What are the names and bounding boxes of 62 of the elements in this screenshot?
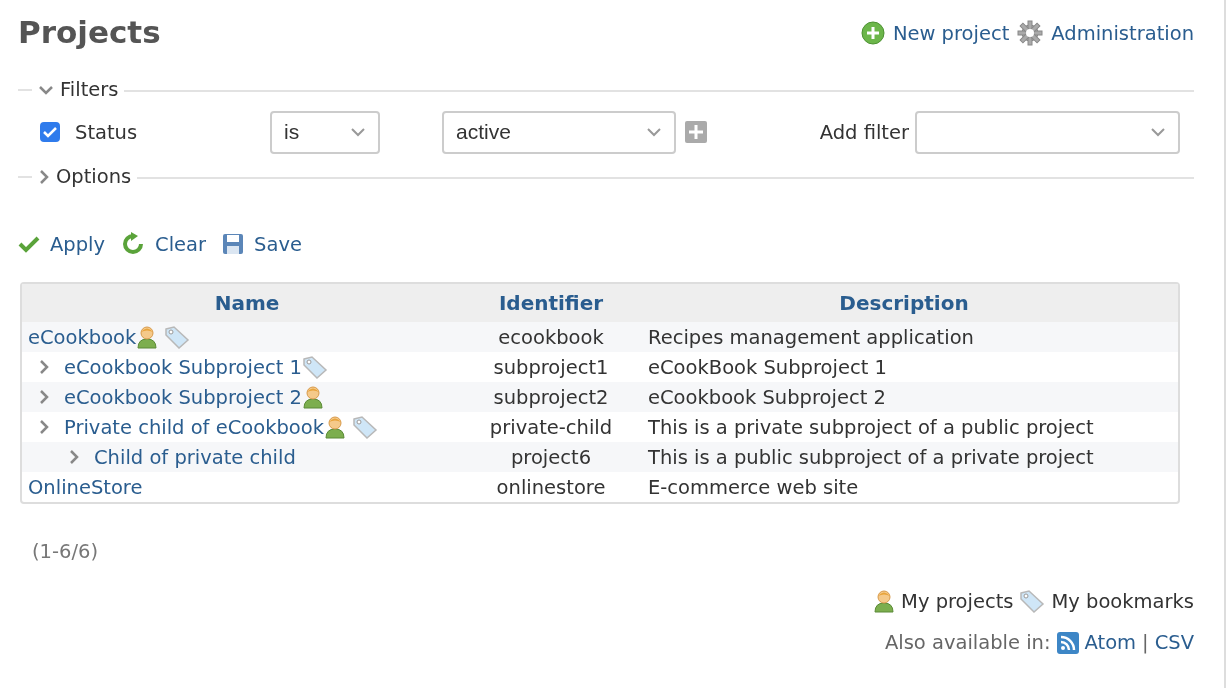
project-link[interactable]: Private child of eCookbook — [64, 415, 324, 439]
caret-icon — [1150, 127, 1166, 137]
column-header[interactable]: Description — [630, 284, 1178, 322]
pagination-text: (1-6/6) — [32, 540, 100, 563]
tag-icon — [164, 325, 191, 349]
tag-icon — [1019, 589, 1046, 613]
gear-icon — [1017, 20, 1044, 46]
table-cell: subproject2 — [493, 385, 609, 409]
column-header[interactable]: Identifier — [472, 284, 630, 322]
chevron-icon[interactable] — [68, 449, 80, 465]
checkbox[interactable] — [40, 122, 60, 142]
header-link[interactable]: Administration — [1051, 21, 1194, 45]
filter-label: Status — [75, 120, 139, 144]
export-label: Also available in: — [884, 631, 1051, 654]
tag-icon — [351, 415, 378, 439]
table-cell: E-commerce web site — [648, 475, 859, 499]
refresh-icon — [121, 232, 146, 256]
tag-icon — [301, 355, 328, 379]
table-cell: subproject1 — [493, 355, 609, 379]
chevron-icon[interactable] — [38, 359, 50, 375]
chevron-icon[interactable] — [38, 168, 50, 185]
section-legend[interactable]: Filters — [60, 78, 119, 101]
legend-label: My bookmarks — [1051, 589, 1194, 613]
table-cell: onlinestore — [496, 475, 606, 499]
feed-icon — [1056, 631, 1079, 654]
table-cell: project6 — [510, 445, 592, 469]
action-link[interactable]: Save — [254, 232, 302, 256]
section-legend[interactable]: Options — [56, 165, 132, 188]
table-cell: Recipes management application — [648, 325, 974, 349]
operator-select[interactable]: is — [270, 110, 380, 154]
person-icon — [873, 589, 896, 613]
person-icon — [301, 385, 324, 409]
table-cell: eCookbook Subproject 2 — [648, 385, 886, 409]
person-icon — [323, 415, 346, 439]
checkmark-icon — [18, 235, 40, 253]
table-cell: ecookbook — [498, 325, 604, 349]
add-filter-label: Add filter — [819, 120, 909, 144]
chevron-icon[interactable] — [38, 419, 50, 435]
project-link[interactable]: OnlineStore — [28, 475, 143, 499]
action-link[interactable]: Clear — [155, 232, 207, 256]
export-link[interactable]: CSV — [1154, 631, 1194, 654]
table-cell: This is a private subproject of a public project — [648, 415, 1094, 439]
add-filter-icon[interactable] — [685, 121, 707, 143]
add-icon — [860, 21, 885, 45]
caret-icon — [646, 127, 662, 137]
caret-icon — [350, 127, 366, 137]
project-link[interactable]: eCookbook — [28, 325, 137, 349]
table-cell: This is a public subproject of a private project — [648, 445, 1094, 469]
value-select[interactable]: active — [442, 110, 676, 154]
project-link[interactable]: eCookbook Subproject 1 — [64, 355, 302, 379]
person-icon — [136, 325, 159, 349]
page-title: Projects — [18, 14, 161, 50]
action-link[interactable]: Apply — [50, 232, 106, 256]
legend-label: My projects — [901, 589, 1014, 613]
export-link[interactable]: Atom — [1084, 631, 1137, 654]
column-header[interactable]: Name — [22, 284, 472, 322]
header-link[interactable]: New project — [892, 21, 1010, 45]
separator: | — [1142, 631, 1149, 654]
chevron-icon[interactable] — [38, 83, 54, 96]
table-cell: private-child — [489, 415, 613, 439]
table-cell: eCookBook Subproject 1 — [648, 355, 887, 379]
chevron-icon[interactable] — [38, 389, 50, 405]
